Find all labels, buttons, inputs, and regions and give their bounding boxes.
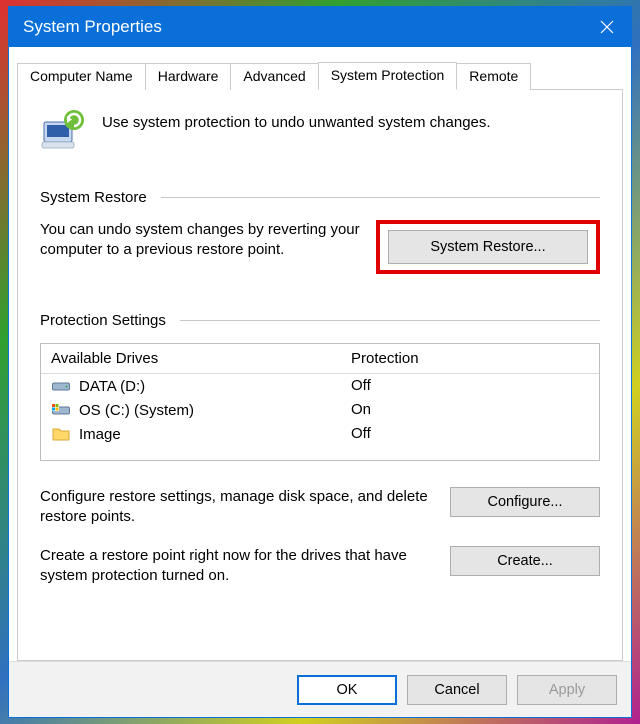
drive-name: OS (C:) (System) [79,402,194,419]
tab-strip: Computer Name Hardware Advanced System P… [17,59,623,89]
section-title: Protection Settings [40,312,166,329]
ok-button[interactable]: OK [297,675,397,705]
divider [180,320,600,321]
configure-row: Configure restore settings, manage disk … [40,487,600,528]
system-restore-row: You can undo system changes by reverting… [40,220,600,274]
tab-advanced[interactable]: Advanced [230,63,318,90]
tab-remote[interactable]: Remote [456,63,531,90]
os-drive-icon [51,401,71,419]
drive-name: Image [79,426,121,443]
dialog-body: Computer Name Hardware Advanced System P… [9,47,631,661]
column-header-drive: Available Drives [51,350,351,367]
drive-protection: Off [351,425,589,443]
drives-table: Available Drives Protection DATA (D:) Of… [40,343,600,461]
tab-content: Use system protection to undo unwanted s… [17,89,623,661]
section-system-restore: System Restore [40,189,600,206]
drive-protection: On [351,401,589,419]
system-restore-text: You can undo system changes by reverting… [40,220,360,261]
apply-button[interactable]: Apply [517,675,617,705]
folder-icon [51,425,71,443]
configure-text: Configure restore settings, manage disk … [40,487,430,528]
intro-block: Use system protection to undo unwanted s… [40,108,600,159]
table-row[interactable]: OS (C:) (System) On [41,398,599,422]
hdd-icon [51,377,71,395]
highlight-box: System Restore... [376,220,600,274]
tab-hardware[interactable]: Hardware [145,63,232,90]
configure-button[interactable]: Configure... [450,487,600,517]
drive-protection: Off [351,377,589,395]
system-restore-button[interactable]: System Restore... [388,230,588,264]
column-header-protection: Protection [351,350,589,367]
cancel-button[interactable]: Cancel [407,675,507,705]
table-row[interactable]: DATA (D:) Off [41,374,599,398]
close-button[interactable] [583,7,631,47]
table-header: Available Drives Protection [41,344,599,374]
titlebar[interactable]: System Properties [9,7,631,47]
system-protection-icon [40,108,84,159]
window-title: System Properties [23,17,162,37]
create-text: Create a restore point right now for the… [40,546,430,587]
system-properties-window: System Properties Computer Name Hardware… [8,6,632,718]
create-button[interactable]: Create... [450,546,600,576]
close-icon [600,20,614,34]
divider [161,197,600,198]
intro-text: Use system protection to undo unwanted s… [102,108,491,131]
dialog-footer: OK Cancel Apply [9,661,631,717]
section-title: System Restore [40,189,147,206]
table-row[interactable]: Image Off [41,422,599,446]
section-protection-settings: Protection Settings [40,312,600,329]
create-row: Create a restore point right now for the… [40,546,600,587]
tab-system-protection[interactable]: System Protection [318,62,458,90]
tab-computer-name[interactable]: Computer Name [17,63,146,90]
drive-name: DATA (D:) [79,378,145,395]
